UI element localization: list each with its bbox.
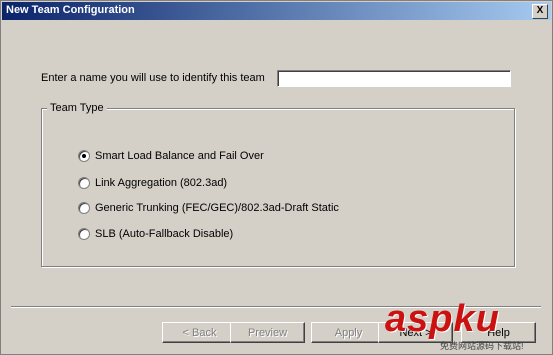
radio-option-slb-auto-fallback[interactable]: SLB (Auto-Fallback Disable) — [78, 227, 233, 241]
radio-label: Smart Load Balance and Fail Over — [95, 150, 264, 162]
back-button[interactable]: < Back — [162, 322, 237, 343]
radio-button-selected[interactable] — [78, 150, 90, 162]
team-name-input[interactable] — [277, 70, 511, 87]
radio-button[interactable] — [78, 202, 90, 214]
radio-option-smart-load-balance[interactable]: Smart Load Balance and Fail Over — [78, 149, 264, 163]
preview-button[interactable]: Preview — [230, 322, 305, 343]
radio-button[interactable] — [78, 228, 90, 240]
title-bar[interactable]: New Team Configuration X — [2, 2, 551, 20]
watermark-text: aspku — [385, 298, 500, 340]
close-icon: X — [536, 5, 544, 16]
apply-button[interactable]: Apply — [311, 322, 386, 343]
radio-option-link-aggregation[interactable]: Link Aggregation (802.3ad) — [78, 176, 227, 190]
window-title: New Team Configuration — [6, 4, 135, 16]
radio-label: SLB (Auto-Fallback Disable) — [95, 228, 234, 240]
close-button[interactable]: X — [532, 4, 548, 19]
radio-label: Link Aggregation (802.3ad) — [95, 177, 228, 189]
radio-option-generic-trunking[interactable]: Generic Trunking (FEC/GEC)/802.3ad-Draft… — [78, 201, 339, 215]
watermark-logo: aspku 免费网站源码下载站! — [380, 296, 550, 354]
team-name-label: Enter a name you will use to identify th… — [41, 72, 265, 84]
watermark-subtitle: 免费网站源码下载站! — [440, 341, 524, 351]
radio-label: Generic Trunking (FEC/GEC)/802.3ad-Draft… — [95, 202, 339, 214]
radio-button[interactable] — [78, 177, 90, 189]
team-type-legend: Team Type — [47, 102, 107, 114]
